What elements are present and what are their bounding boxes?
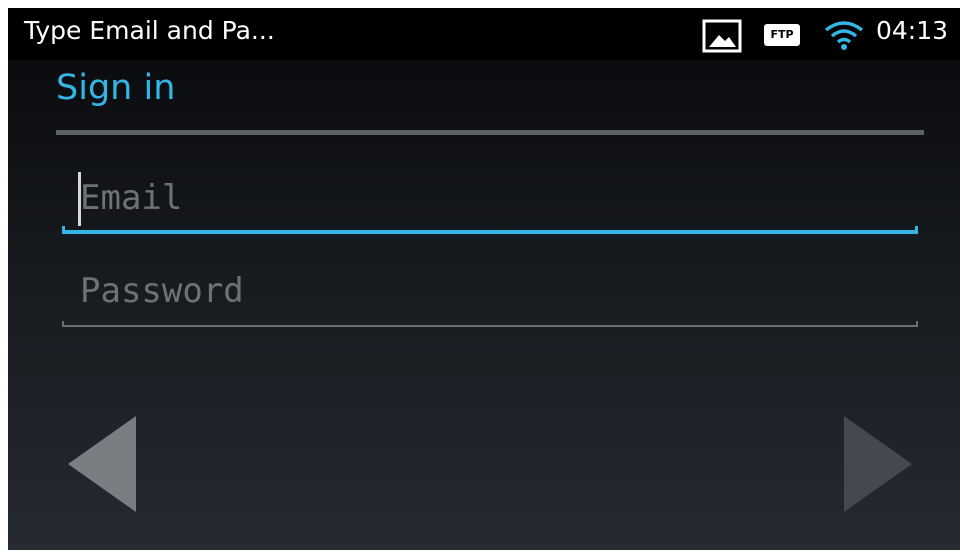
triangle-right-icon (844, 416, 912, 512)
email-field-container[interactable] (62, 168, 918, 234)
ftp-icon: FTP (764, 24, 800, 46)
gallery-icon (702, 19, 742, 53)
title-divider (56, 130, 924, 135)
password-field-container[interactable] (62, 261, 918, 327)
next-button[interactable] (840, 412, 916, 516)
text-cursor (78, 172, 81, 226)
email-field[interactable] (76, 168, 900, 228)
password-field[interactable] (76, 261, 900, 321)
device-screen: Type Email and Pa... FTP 04:13 Sign in (8, 8, 960, 550)
triangle-left-icon (68, 416, 136, 512)
notification-title: Type Email and Pa... (24, 16, 275, 45)
back-button[interactable] (64, 412, 140, 516)
password-field-underline (62, 321, 918, 327)
status-bar: Type Email and Pa... FTP 04:13 (8, 8, 960, 60)
dialog-title: Sign in (56, 68, 176, 108)
email-field-underline (62, 226, 918, 234)
clock: 04:13 (876, 16, 949, 45)
wifi-icon (824, 21, 864, 50)
